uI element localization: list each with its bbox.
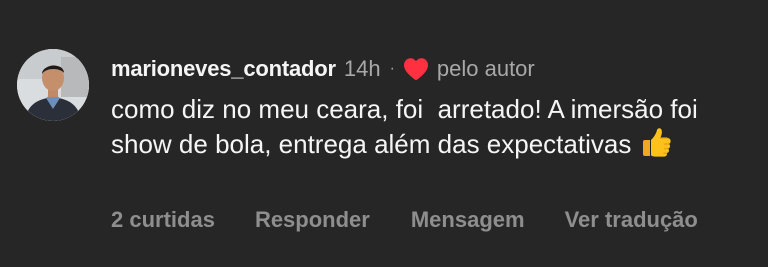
likes-count-button[interactable]: 2 curtidas xyxy=(111,205,215,235)
comment-text: como diz no meu ceara, foi arretado! A i… xyxy=(111,93,761,160)
comment-text-content: como diz no meu ceara, foi arretado! A i… xyxy=(111,94,705,159)
timestamp[interactable]: 14h xyxy=(344,55,381,83)
username[interactable]: marioneves_contador xyxy=(111,55,336,83)
separator-dot: · xyxy=(389,60,395,77)
comment: marioneves_contador 14h · pelo autor com… xyxy=(0,0,768,267)
avatar-image xyxy=(17,49,89,121)
avatar[interactable] xyxy=(17,49,89,121)
message-button[interactable]: Mensagem xyxy=(411,205,525,235)
heart-icon xyxy=(403,57,429,81)
comment-header: marioneves_contador 14h · pelo autor xyxy=(111,55,535,83)
liked-by-author-label: pelo autor xyxy=(436,56,535,81)
translate-button[interactable]: Ver tradução xyxy=(565,205,698,235)
comment-actions: 2 curtidas Responder Mensagem Ver traduç… xyxy=(111,205,698,235)
reply-button[interactable]: Responder xyxy=(255,205,370,235)
thumbs-up-icon xyxy=(639,125,673,159)
